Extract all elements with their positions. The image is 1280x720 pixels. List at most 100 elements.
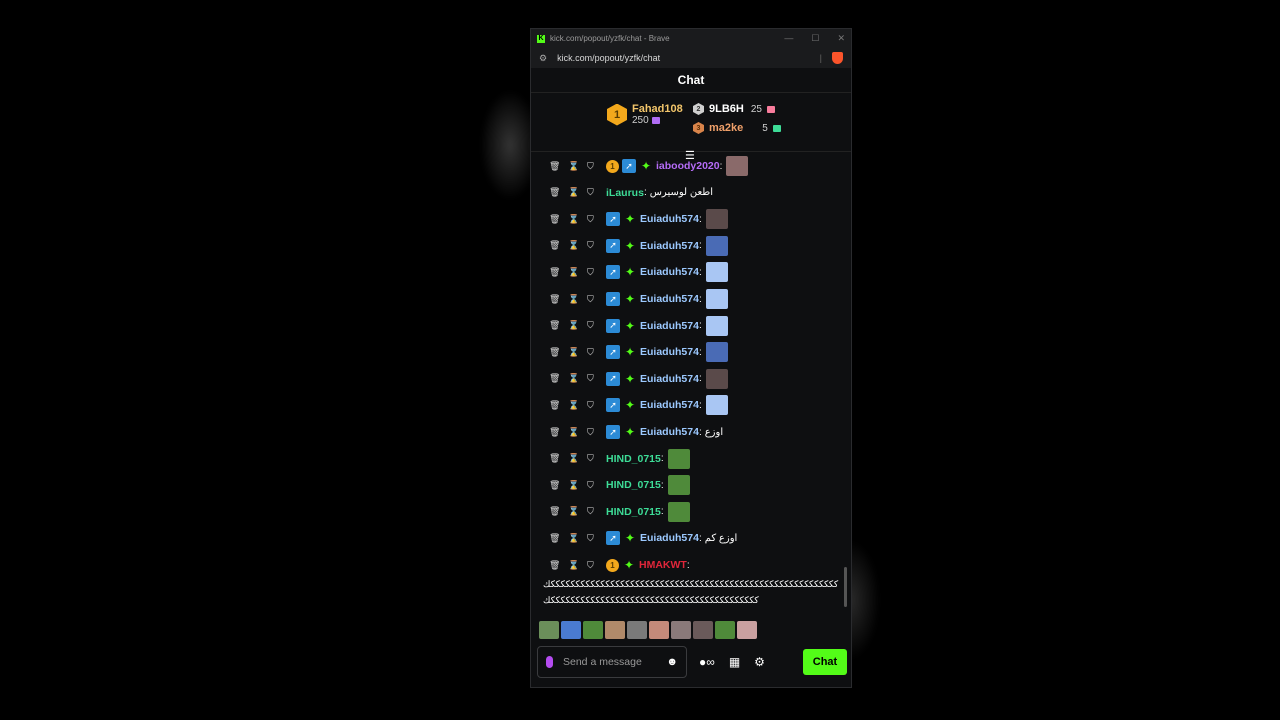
- emote-image[interactable]: [667, 475, 690, 496]
- chat-username[interactable]: Euiaduh574: [640, 373, 699, 385]
- url-bar[interactable]: ⚙ kick.com/popout/yzfk/chat |: [531, 48, 851, 68]
- ban-user-icon[interactable]: ⛉: [587, 214, 606, 225]
- timeout-user-icon[interactable]: ⌛: [568, 240, 587, 251]
- brave-shield-icon[interactable]: [832, 52, 843, 64]
- timeout-user-icon[interactable]: ⌛: [568, 267, 587, 278]
- emote-shortcut[interactable]: [737, 621, 757, 639]
- delete-message-icon[interactable]: 🗑: [549, 214, 568, 225]
- delete-message-icon[interactable]: 🗑: [549, 267, 568, 278]
- leaderboard-third[interactable]: 3 ma2ke 5: [693, 122, 781, 134]
- scrollbar[interactable]: [844, 567, 847, 607]
- timeout-user-icon[interactable]: ⌛: [568, 294, 587, 305]
- ban-user-icon[interactable]: ⛉: [587, 373, 606, 384]
- delete-message-icon[interactable]: 🗑: [549, 320, 568, 331]
- ban-user-icon[interactable]: ⛉: [587, 400, 606, 411]
- chat-username[interactable]: Euiaduh574: [640, 532, 699, 544]
- minimize-button[interactable]: —: [784, 33, 793, 44]
- chat-username[interactable]: iLaurus: [606, 187, 644, 199]
- emote-image[interactable]: [705, 209, 728, 230]
- emote-shortcut[interactable]: [605, 621, 625, 639]
- chat-username[interactable]: Euiaduh574: [640, 426, 699, 438]
- emote-image[interactable]: [667, 448, 690, 469]
- ban-user-icon[interactable]: ⛉: [587, 347, 606, 358]
- settings-icon[interactable]: ⚙: [754, 655, 765, 669]
- leaderboard-second[interactable]: 2 9LB6H 25: [693, 103, 775, 115]
- emote-shortcut[interactable]: [583, 621, 603, 639]
- delete-message-icon[interactable]: 🗑: [549, 560, 568, 571]
- close-button[interactable]: ✕: [837, 33, 845, 44]
- timeout-user-icon[interactable]: ⌛: [568, 320, 587, 331]
- ban-user-icon[interactable]: ⛉: [587, 453, 606, 464]
- emote-shortcut[interactable]: [693, 621, 713, 639]
- emote-image[interactable]: [705, 342, 728, 363]
- chat-username[interactable]: HIND_0715: [606, 453, 661, 465]
- chat-username[interactable]: Euiaduh574: [640, 213, 699, 225]
- timeout-user-icon[interactable]: ⌛: [568, 560, 587, 571]
- mic-icon[interactable]: [546, 656, 553, 668]
- chat-username[interactable]: iaboody2020: [656, 160, 720, 172]
- ban-user-icon[interactable]: ⛉: [587, 427, 606, 438]
- emote-image[interactable]: [705, 368, 728, 389]
- emote-image[interactable]: [667, 501, 690, 522]
- timeout-user-icon[interactable]: ⌛: [568, 480, 587, 491]
- delete-message-icon[interactable]: 🗑: [549, 533, 568, 544]
- emoji-icon[interactable]: ☻: [666, 656, 678, 668]
- store-icon[interactable]: ▦: [729, 655, 740, 669]
- ban-user-icon[interactable]: ⛉: [587, 267, 606, 278]
- maximize-button[interactable]: ☐: [811, 33, 819, 44]
- delete-message-icon[interactable]: 🗑: [549, 347, 568, 358]
- chat-username[interactable]: Euiaduh574: [640, 399, 699, 411]
- timeout-user-icon[interactable]: ⌛: [568, 453, 587, 464]
- emote-shortcut[interactable]: [627, 621, 647, 639]
- emote-shortcut[interactable]: [539, 621, 559, 639]
- ban-user-icon[interactable]: ⛉: [587, 320, 606, 331]
- delete-message-icon[interactable]: 🗑: [549, 427, 568, 438]
- ban-user-icon[interactable]: ⛉: [587, 533, 606, 544]
- emote-image[interactable]: [705, 289, 728, 309]
- prediction-icon[interactable]: ●∞: [699, 655, 715, 669]
- emote-shortcut[interactable]: [561, 621, 581, 639]
- site-settings-icon[interactable]: ⚙: [539, 53, 547, 64]
- timeout-user-icon[interactable]: ⌛: [568, 161, 587, 172]
- delete-message-icon[interactable]: 🗑: [549, 506, 568, 517]
- delete-message-icon[interactable]: 🗑: [549, 294, 568, 305]
- send-chat-button[interactable]: Chat: [803, 649, 847, 675]
- emote-image[interactable]: [726, 156, 749, 176]
- ban-user-icon[interactable]: ⛉: [587, 187, 606, 198]
- ban-user-icon[interactable]: ⛉: [587, 506, 606, 517]
- delete-message-icon[interactable]: 🗑: [549, 453, 568, 464]
- emote-image[interactable]: [705, 315, 728, 336]
- chat-username[interactable]: Euiaduh574: [640, 240, 699, 252]
- timeout-user-icon[interactable]: ⌛: [568, 347, 587, 358]
- timeout-user-icon[interactable]: ⌛: [568, 427, 587, 438]
- ban-user-icon[interactable]: ⛉: [587, 161, 606, 172]
- delete-message-icon[interactable]: 🗑: [549, 240, 568, 251]
- emote-image[interactable]: [705, 262, 728, 283]
- chat-username[interactable]: Euiaduh574: [640, 293, 699, 305]
- ban-user-icon[interactable]: ⛉: [587, 480, 606, 491]
- chat-username[interactable]: HIND_0715: [606, 479, 661, 491]
- leaderboard-first[interactable]: 1 Fahad108 250: [607, 103, 683, 126]
- emote-image[interactable]: [705, 235, 728, 256]
- chat-username[interactable]: Euiaduh574: [640, 266, 699, 278]
- delete-message-icon[interactable]: 🗑: [549, 161, 568, 172]
- ban-user-icon[interactable]: ⛉: [587, 294, 606, 305]
- ban-user-icon[interactable]: ⛉: [587, 240, 606, 251]
- chat-username[interactable]: HIND_0715: [606, 506, 661, 518]
- timeout-user-icon[interactable]: ⌛: [568, 187, 587, 198]
- emote-image[interactable]: [705, 395, 728, 416]
- emote-shortcut[interactable]: [649, 621, 669, 639]
- timeout-user-icon[interactable]: ⌛: [568, 214, 587, 225]
- delete-message-icon[interactable]: 🗑: [549, 480, 568, 491]
- emote-shortcut[interactable]: [671, 621, 691, 639]
- emote-shortcut[interactable]: [715, 621, 735, 639]
- timeout-user-icon[interactable]: ⌛: [568, 400, 587, 411]
- message-input[interactable]: Send a message ☻: [537, 646, 687, 678]
- chat-username[interactable]: Euiaduh574: [640, 320, 699, 332]
- timeout-user-icon[interactable]: ⌛: [568, 506, 587, 517]
- delete-message-icon[interactable]: 🗑: [549, 400, 568, 411]
- ban-user-icon[interactable]: ⛉: [587, 560, 606, 571]
- delete-message-icon[interactable]: 🗑: [549, 373, 568, 384]
- timeout-user-icon[interactable]: ⌛: [568, 533, 587, 544]
- delete-message-icon[interactable]: 🗑: [549, 187, 568, 198]
